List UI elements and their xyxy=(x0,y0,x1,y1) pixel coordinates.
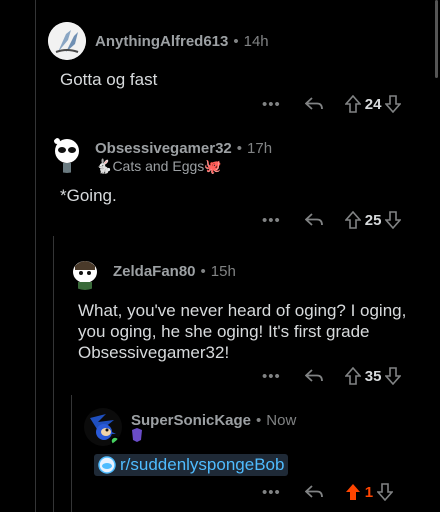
downvote-icon[interactable] xyxy=(385,95,402,113)
flair-icon: 🐙 xyxy=(204,158,222,174)
comment-meta: SuperSonicKage • Now xyxy=(131,412,296,429)
reply-icon[interactable] xyxy=(304,213,323,227)
vote-score: 1 xyxy=(364,483,374,501)
upvote-icon[interactable] xyxy=(344,211,361,229)
scrollbar[interactable] xyxy=(435,0,438,78)
user-flair-icon xyxy=(131,428,143,442)
comment-author[interactable]: AnythingAlfred613 xyxy=(95,33,228,50)
comment-actions: ••• 24 xyxy=(262,92,402,116)
separator: • xyxy=(200,263,206,280)
comment-author[interactable]: SuperSonicKage xyxy=(131,412,251,429)
comment-author[interactable]: ZeldaFan80 xyxy=(113,263,196,280)
vote-score: 24 xyxy=(364,95,382,113)
subreddit-icon xyxy=(98,456,116,474)
flair-icon: 🐇 xyxy=(95,158,113,174)
upvote-icon[interactable] xyxy=(345,483,361,501)
comment-body: Gotta og fast xyxy=(60,70,158,89)
comment-author[interactable]: Obsessivegamer32 xyxy=(95,140,232,157)
snoo-avatar[interactable] xyxy=(66,252,104,290)
vote-score: 25 xyxy=(364,211,382,229)
comment-body: *Going. xyxy=(60,186,117,205)
comment-actions: ••• 25 xyxy=(262,208,402,232)
more-options-button[interactable]: ••• xyxy=(262,212,281,229)
comment-time: 17h xyxy=(247,140,273,157)
comment-time: Now xyxy=(266,412,297,429)
comment-body: What, you've never heard of oging? I ogi… xyxy=(78,301,407,362)
upvote-icon[interactable] xyxy=(344,367,361,385)
flair-text: Cats and Eggs xyxy=(112,158,205,174)
comment-time: 14h xyxy=(243,33,269,50)
reply-icon[interactable] xyxy=(304,97,323,111)
more-options-button[interactable]: ••• xyxy=(262,484,281,501)
reply-icon[interactable] xyxy=(304,369,323,383)
thread-line xyxy=(71,395,72,512)
separator: • xyxy=(236,140,243,157)
vote-score: 35 xyxy=(364,367,382,385)
comment-meta: Obsessivegamer32 • 17h xyxy=(95,140,272,157)
panda-avatar[interactable] xyxy=(48,135,86,173)
separator: • xyxy=(233,33,239,50)
reply-icon[interactable] xyxy=(304,485,323,499)
more-options-button[interactable]: ••• xyxy=(262,96,281,113)
comment-time: 15h xyxy=(210,263,236,280)
thread-line xyxy=(35,0,36,512)
downvote-icon[interactable] xyxy=(385,367,402,385)
separator: • xyxy=(256,412,262,429)
subreddit-link-text[interactable]: r/suddenlyspongeBob xyxy=(120,455,284,475)
comment-meta: AnythingAlfred613 • 14h xyxy=(95,33,269,50)
comment-meta: ZeldaFan80 • 15h xyxy=(113,263,236,280)
thread-line xyxy=(53,236,54,512)
user-flair: 🐇Cats and Eggs🐙 xyxy=(95,158,222,175)
downvote-icon[interactable] xyxy=(385,211,402,229)
subreddit-link[interactable]: r/suddenlyspongeBob xyxy=(94,454,289,476)
sonic-avatar[interactable] xyxy=(84,408,122,446)
comment-actions: ••• 35 xyxy=(262,364,402,388)
downvote-icon[interactable] xyxy=(377,483,394,501)
upvote-icon[interactable] xyxy=(344,95,361,113)
alien-avatar[interactable] xyxy=(48,22,86,60)
more-options-button[interactable]: ••• xyxy=(262,368,281,385)
comment-actions: ••• 1 xyxy=(262,480,394,504)
